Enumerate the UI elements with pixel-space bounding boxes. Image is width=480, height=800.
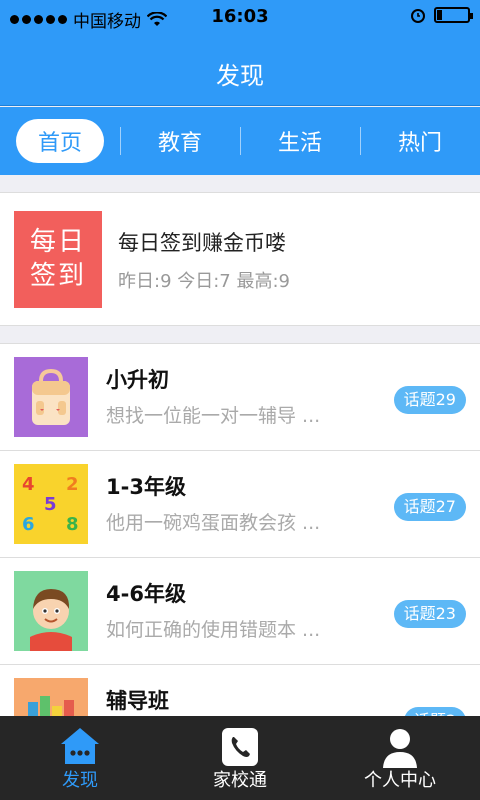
signin-badge-line2: 签到 [29, 261, 86, 291]
tab-label: 热门 [397, 131, 442, 156]
page-title: 发现 [216, 62, 264, 90]
phone-icon [222, 728, 258, 766]
topic-count-badge: 话题27 [393, 493, 466, 521]
thumb-digit: 2 [66, 474, 79, 495]
topic-count-badge: 话题23 [393, 600, 466, 628]
list-item-subtitle: 如何正确的使用错题本 ... [106, 619, 321, 641]
daily-signin-card[interactable]: 每日 签到 每日签到赚金币喽 昨日:9 今日:7 最高:9 [0, 192, 480, 326]
list-item-subtitle: 他用一碗鸡蛋面教会孩 ... [106, 512, 321, 534]
thumb-digit: 8 [66, 514, 79, 535]
battery-icon [434, 7, 473, 23]
list-item[interactable]: 4-6年级 如何正确的使用错题本 ... 话题23 [0, 558, 480, 665]
person-icon [383, 729, 417, 768]
thumb-digit: 4 [22, 474, 35, 495]
signin-title: 每日签到赚金币喽 [118, 231, 286, 255]
topic-count-badge: 话题29 [393, 386, 466, 414]
status-time: 16:03 [211, 6, 269, 27]
backpack-icon [14, 357, 88, 437]
list-item[interactable]: 4 2 5 6 8 1-3年级 他用一碗鸡蛋面教会孩 ... 话题27 [0, 451, 480, 558]
list-item-title: 小升初 [106, 368, 169, 392]
signin-badge: 每日 签到 [14, 211, 102, 308]
boy-face-icon [14, 571, 88, 651]
bottom-tab-profile[interactable]: 个人中心 [320, 716, 480, 800]
topic-list: 小升初 想找一位能一对一辅导 ... 话题29 4 2 5 6 8 1-3年级 … [0, 343, 480, 772]
thumb-digit: 5 [44, 494, 57, 515]
tab-home[interactable]: 首页 [0, 119, 120, 163]
tab-bar: 首页 教育 生活 热门 [0, 107, 480, 175]
tab-label: 首页 [15, 119, 104, 163]
numbers-icon: 4 2 5 6 8 [14, 464, 88, 544]
list-item[interactable]: 小升初 想找一位能一对一辅导 ... 话题29 [0, 344, 480, 451]
thumb-digit: 6 [22, 514, 35, 535]
signin-stats: 昨日:9 今日:7 最高:9 [118, 271, 290, 292]
bottom-tab-bar: 发现 家校通 个人中心 [0, 716, 480, 800]
tab-hot[interactable]: 热门 [360, 119, 480, 163]
list-item-title: 1-3年级 [106, 475, 186, 499]
alarm-icon [411, 9, 425, 23]
list-item-subtitle: 想找一位能一对一辅导 ... [106, 405, 321, 427]
bottom-tab-label: 个人中心 [364, 770, 436, 791]
bottom-tab-label: 发现 [62, 770, 98, 791]
status-right [410, 7, 473, 23]
bottom-tab-home-school[interactable]: 家校通 [160, 716, 320, 800]
tab-label: 教育 [157, 131, 202, 156]
list-item-title: 4-6年级 [106, 582, 186, 606]
tab-education[interactable]: 教育 [120, 119, 240, 163]
list-item-title: 辅导班 [106, 689, 169, 713]
bottom-tab-label: 家校通 [213, 770, 267, 791]
signin-badge-line1: 每日 [29, 227, 86, 257]
bottom-tab-discover[interactable]: 发现 [0, 716, 160, 800]
tab-label: 生活 [277, 131, 322, 156]
nav-bar: 发现 [0, 36, 480, 106]
chat-house-icon [61, 728, 99, 764]
tab-life[interactable]: 生活 [240, 119, 360, 163]
status-bar: 中国移动 16:03 [0, 0, 480, 36]
